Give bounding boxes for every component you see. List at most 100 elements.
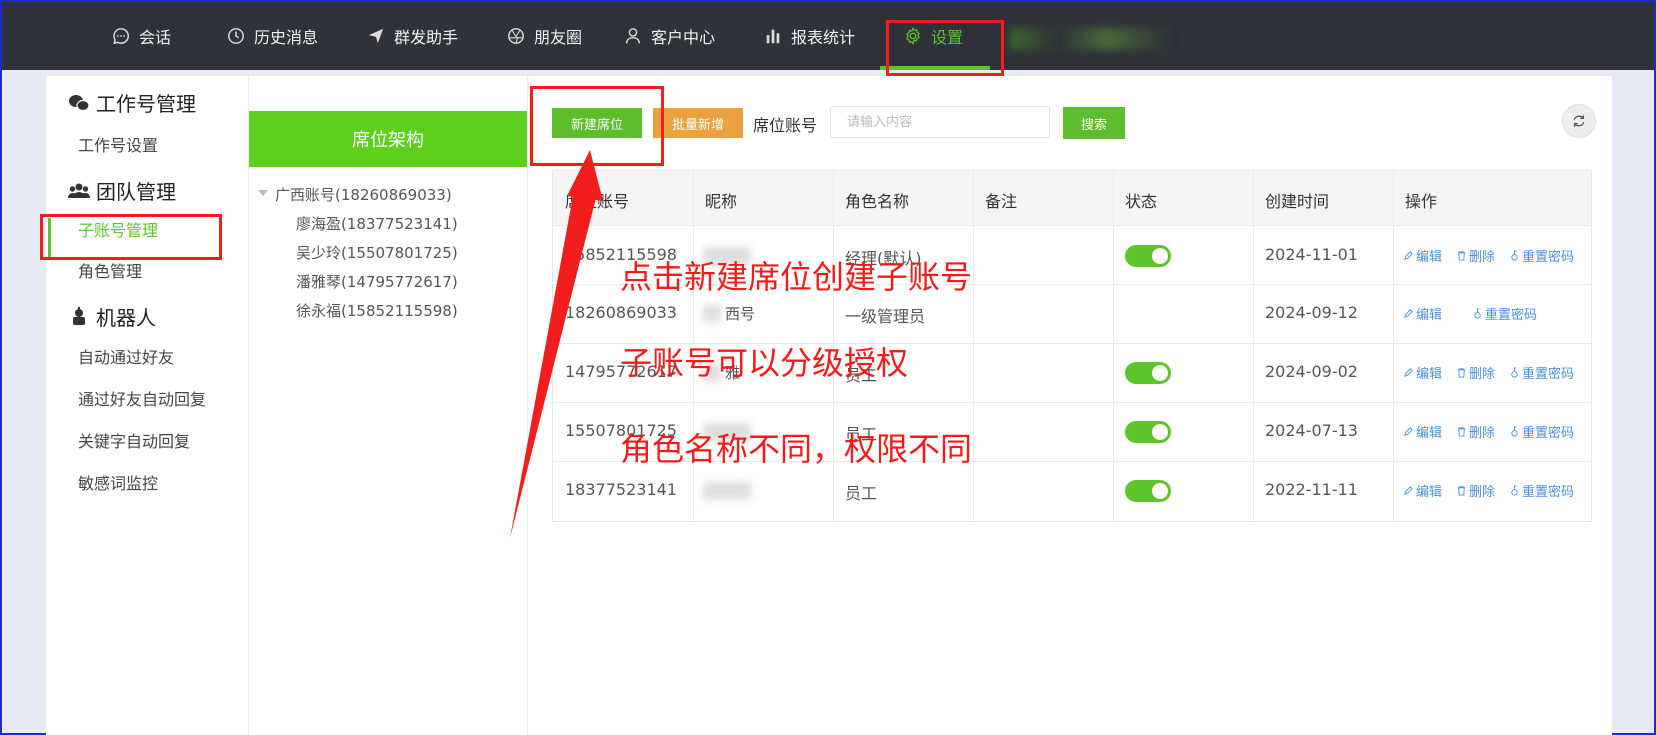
sidebar-item-sensitive-words[interactable]: 敏感词监控 bbox=[78, 470, 158, 494]
edit-icon bbox=[1404, 251, 1413, 260]
delete-link[interactable]: 删除 bbox=[1456, 363, 1495, 382]
reset-password-link[interactable]: 重置密码 bbox=[1509, 422, 1574, 441]
key-icon bbox=[1511, 426, 1518, 437]
key-icon bbox=[1511, 250, 1518, 261]
nav-item-moments[interactable]: 朋友圈 bbox=[507, 2, 582, 70]
sidebar-item-keyword-reply[interactable]: 关键字自动回复 bbox=[78, 428, 190, 452]
delete-link[interactable]: 删除 bbox=[1456, 246, 1495, 265]
nav-label: 历史消息 bbox=[254, 28, 319, 47]
status-toggle[interactable] bbox=[1125, 421, 1171, 443]
edit-icon bbox=[1404, 486, 1413, 495]
edit-link[interactable]: 编辑 bbox=[1403, 246, 1442, 265]
aperture-icon bbox=[508, 28, 524, 44]
column-header-remark: 备注 bbox=[985, 192, 1018, 211]
key-icon bbox=[1474, 308, 1481, 319]
refresh-icon bbox=[1573, 115, 1585, 127]
row-divider bbox=[553, 225, 1591, 226]
tree-child-node[interactable]: 潘雅琴(14795772617) bbox=[296, 271, 458, 292]
refresh-button[interactable] bbox=[1562, 104, 1596, 138]
cell-role: 员工 bbox=[845, 484, 878, 503]
reset-password-link[interactable]: 重置密码 bbox=[1509, 481, 1574, 500]
cell-created: 2024-11-01 bbox=[1265, 245, 1358, 264]
nav-label: 报表统计 bbox=[791, 28, 856, 47]
edit-link[interactable]: 编辑 bbox=[1403, 363, 1442, 382]
nav-item-reports[interactable]: 报表统计 bbox=[764, 2, 855, 70]
seat-tree-title: 席位架构 bbox=[249, 111, 527, 167]
row-divider bbox=[553, 402, 1591, 403]
reset-password-link[interactable]: 重置密码 bbox=[1472, 304, 1537, 323]
column-divider bbox=[1113, 171, 1114, 521]
edit-icon bbox=[1404, 427, 1413, 436]
sidebar-item-accept-reply[interactable]: 通过好友自动回复 bbox=[78, 386, 206, 410]
annotation-text-roles: 角色名称不同，权限不同 bbox=[620, 430, 973, 468]
column-divider bbox=[1393, 171, 1394, 521]
highlight-new-seat-button bbox=[530, 86, 664, 166]
column-header-account: 席位账号 bbox=[565, 192, 630, 211]
batch-add-button[interactable]: 批量新增 bbox=[653, 108, 743, 138]
nav-item-broadcast[interactable]: 群发助手 bbox=[367, 2, 458, 70]
edit-link[interactable]: 编辑 bbox=[1403, 422, 1442, 441]
cell-account: 18377523141 bbox=[565, 480, 677, 499]
status-toggle[interactable] bbox=[1125, 362, 1171, 384]
edit-icon bbox=[1404, 368, 1413, 377]
column-header-actions: 操作 bbox=[1405, 192, 1438, 211]
cell-created: 2024-09-02 bbox=[1265, 362, 1358, 381]
chat-icon bbox=[113, 28, 129, 45]
send-icon bbox=[368, 28, 384, 44]
annotation-text-grant: 子账号可以分级授权 bbox=[620, 344, 909, 382]
cell-account: 18260869033 bbox=[565, 303, 677, 322]
bar-chart-icon bbox=[766, 29, 780, 44]
wechat-icon bbox=[69, 94, 90, 111]
trash-icon bbox=[1457, 486, 1466, 496]
annotation-text-create: 点击新建席位创建子账号 bbox=[620, 258, 973, 296]
column-divider bbox=[1253, 171, 1254, 521]
redacted-nickname bbox=[703, 305, 721, 323]
trash-icon bbox=[1457, 427, 1466, 437]
cell-role: 一级管理员 bbox=[845, 307, 926, 326]
sidebar-group-robot: 机器人 bbox=[68, 302, 156, 331]
column-header-status: 状态 bbox=[1125, 192, 1158, 211]
status-toggle[interactable] bbox=[1125, 245, 1171, 267]
nav-item-customers[interactable]: 客户中心 bbox=[624, 2, 715, 70]
team-icon bbox=[68, 183, 90, 198]
cell-created: 2022-11-11 bbox=[1265, 480, 1358, 499]
column-header-nickname: 昵称 bbox=[705, 192, 738, 211]
cell-created: 2024-07-13 bbox=[1265, 421, 1358, 440]
tree-expand-caret-icon[interactable] bbox=[258, 190, 268, 196]
sidebar-item-roles[interactable]: 角色管理 bbox=[78, 258, 142, 282]
trash-icon bbox=[1457, 368, 1466, 378]
reset-password-link[interactable]: 重置密码 bbox=[1509, 363, 1574, 382]
delete-link[interactable]: 删除 bbox=[1456, 422, 1495, 441]
sidebar: 工作号管理 工作号设置 团队管理 子账号管理 角色管理 机器人 自动通过好友 通… bbox=[46, 76, 249, 735]
seat-account-search-input[interactable] bbox=[830, 106, 1050, 138]
tree-child-node[interactable]: 吴少玲(15507801725) bbox=[296, 242, 458, 263]
sidebar-item-auto-accept[interactable]: 自动通过好友 bbox=[78, 344, 174, 368]
nav-label: 群发助手 bbox=[394, 28, 459, 47]
nav-label: 客户中心 bbox=[651, 28, 716, 47]
key-icon bbox=[1511, 367, 1518, 378]
seat-tree-panel bbox=[249, 76, 528, 735]
column-header-created: 创建时间 bbox=[1265, 192, 1330, 211]
redacted-account-info bbox=[1010, 28, 1170, 50]
nav-item-history[interactable]: 历史消息 bbox=[227, 2, 318, 70]
column-header-role: 角色名称 bbox=[845, 192, 910, 211]
table-header: 席位账号 昵称 角色名称 备注 状态 创建时间 操作 bbox=[553, 171, 1591, 225]
cell-created: 2024-09-12 bbox=[1265, 303, 1358, 322]
sidebar-group-work-account: 工作号管理 bbox=[68, 88, 196, 117]
reset-password-link[interactable]: 重置密码 bbox=[1509, 246, 1574, 265]
user-icon bbox=[625, 28, 641, 44]
delete-link[interactable]: 删除 bbox=[1456, 481, 1495, 500]
tree-child-node[interactable]: 徐永福(15852115598) bbox=[296, 300, 458, 321]
highlight-settings-tab bbox=[886, 20, 1004, 76]
sidebar-item-work-account-settings[interactable]: 工作号设置 bbox=[78, 132, 158, 156]
tree-root-node[interactable]: 广西账号(18260869033) bbox=[275, 184, 452, 205]
cell-nickname-partial: 西号 bbox=[725, 305, 756, 323]
status-toggle[interactable] bbox=[1125, 480, 1171, 502]
tree-child-node[interactable]: 廖海盈(18377523141) bbox=[296, 213, 458, 234]
edit-link[interactable]: 编辑 bbox=[1403, 304, 1442, 323]
nav-item-chat[interactable]: 会话 bbox=[112, 2, 171, 70]
redacted-nickname bbox=[703, 482, 751, 500]
edit-link[interactable]: 编辑 bbox=[1403, 481, 1442, 500]
search-button[interactable]: 搜索 bbox=[1063, 107, 1125, 139]
nav-label: 朋友圈 bbox=[534, 28, 583, 47]
